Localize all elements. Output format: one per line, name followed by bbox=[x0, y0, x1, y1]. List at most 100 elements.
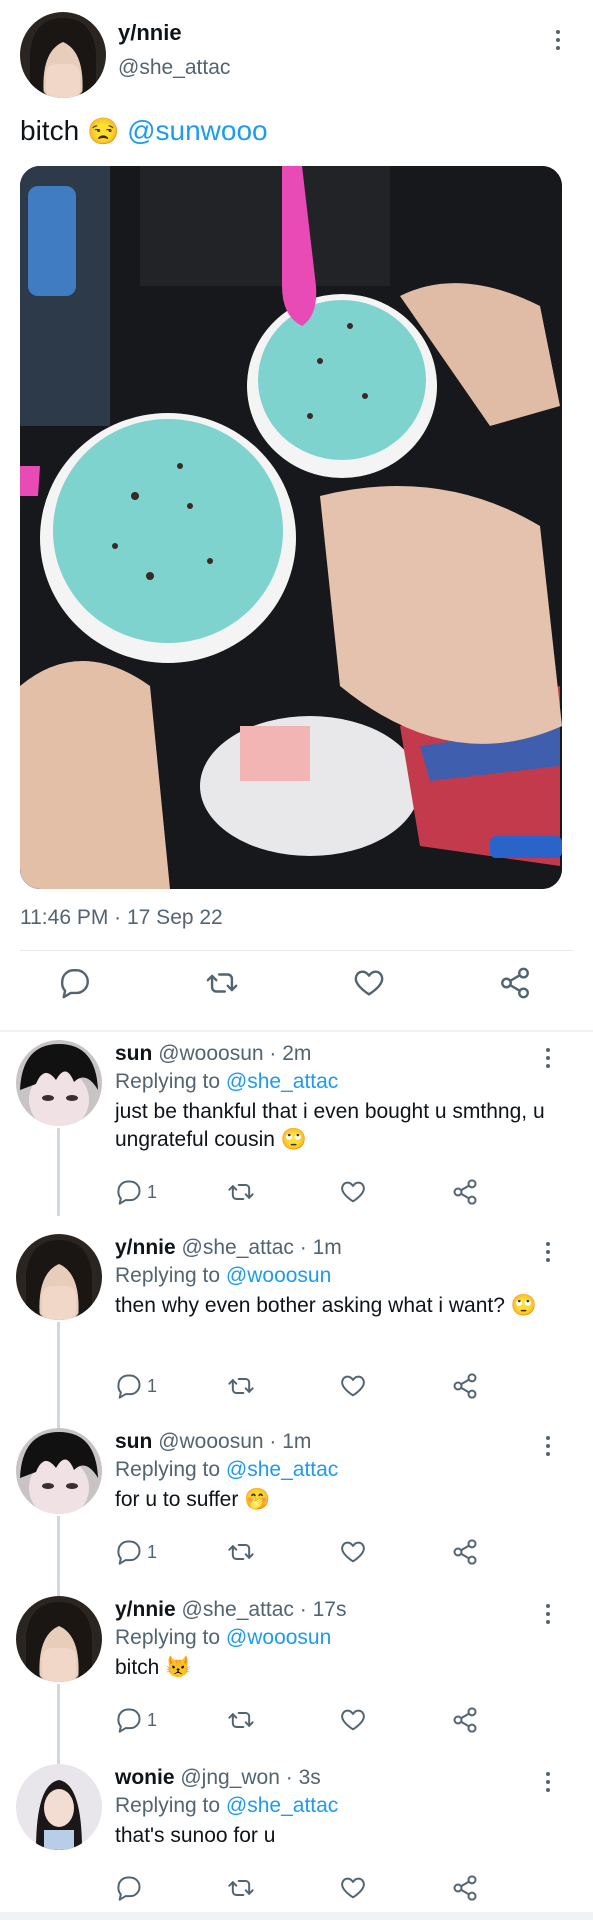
divider bbox=[0, 1030, 593, 1032]
more-icon[interactable] bbox=[545, 1048, 551, 1068]
unamused-emoji: 😒 bbox=[86, 116, 120, 146]
reply-icon[interactable] bbox=[115, 1872, 143, 1904]
like-icon[interactable] bbox=[339, 1872, 367, 1904]
more-icon[interactable] bbox=[545, 1436, 551, 1456]
reply-icon[interactable]: 1 bbox=[115, 1704, 157, 1736]
replying-mention[interactable]: @she_attac bbox=[226, 1070, 338, 1093]
replying-label: Replying to bbox=[115, 1794, 221, 1817]
like-icon[interactable] bbox=[339, 1370, 367, 1402]
reply-age: · 2m bbox=[269, 1042, 312, 1065]
reply-text: for u to suffer 🤭 bbox=[115, 1488, 271, 1511]
reply-header: y/nnie @she_attac · 1m bbox=[115, 1236, 342, 1260]
reply-icon[interactable] bbox=[58, 966, 98, 1006]
more-icon[interactable] bbox=[545, 1604, 551, 1624]
reply-avatar[interactable] bbox=[16, 1596, 102, 1682]
reply-header: sun @wooosun · 1m bbox=[115, 1430, 311, 1454]
share-icon[interactable] bbox=[451, 1370, 479, 1402]
reply-count: 1 bbox=[147, 1541, 158, 1562]
main-handle[interactable]: @she_attac bbox=[118, 56, 230, 80]
reply-display-name[interactable]: sun bbox=[115, 1042, 152, 1065]
reply-age: · 3s bbox=[285, 1766, 321, 1789]
reply-avatar[interactable] bbox=[16, 1764, 102, 1850]
retweet-icon[interactable] bbox=[227, 1536, 255, 1568]
replying-label: Replying to bbox=[115, 1264, 221, 1287]
reply-count: 1 bbox=[147, 1375, 158, 1396]
reply-age: · 1m bbox=[299, 1236, 342, 1259]
share-icon[interactable] bbox=[451, 1536, 479, 1568]
reply-age: · 1m bbox=[269, 1430, 312, 1453]
reply-action-bar: 1 bbox=[115, 1704, 555, 1740]
share-icon[interactable] bbox=[451, 1704, 479, 1736]
reply-handle[interactable]: @wooosun bbox=[158, 1042, 263, 1065]
replying-to: Replying to @she_attac bbox=[115, 1458, 338, 1482]
reply-handle[interactable]: @wooosun bbox=[158, 1430, 263, 1453]
reply-avatar[interactable] bbox=[16, 1040, 102, 1126]
replying-to: Replying to @she_attac bbox=[115, 1070, 338, 1094]
reply-handle[interactable]: @she_attac bbox=[182, 1236, 294, 1259]
retweet-icon[interactable] bbox=[227, 1370, 255, 1402]
retweet-icon[interactable] bbox=[205, 966, 245, 1006]
reply-action-bar: 1 bbox=[115, 1536, 555, 1572]
main-action-bar bbox=[0, 966, 593, 1016]
reply-display-name[interactable]: sun bbox=[115, 1430, 152, 1453]
replying-mention[interactable]: @she_attac bbox=[226, 1458, 338, 1481]
reply-icon[interactable]: 1 bbox=[115, 1370, 157, 1402]
share-icon[interactable] bbox=[451, 1176, 479, 1208]
reply-icon[interactable]: 1 bbox=[115, 1536, 157, 1568]
main-display-name[interactable]: y/nnie bbox=[118, 20, 182, 46]
reply-action-bar bbox=[115, 1872, 555, 1908]
retweet-icon[interactable] bbox=[227, 1176, 255, 1208]
reply-tweet: y/nnie @she_attac · 1m Replying to @wooo… bbox=[0, 1234, 593, 1424]
mention-link[interactable]: @sunwooo bbox=[127, 115, 268, 146]
replying-to: Replying to @wooosun bbox=[115, 1626, 331, 1650]
replying-to: Replying to @wooosun bbox=[115, 1264, 331, 1288]
like-icon[interactable] bbox=[339, 1176, 367, 1208]
reply-icon[interactable]: 1 bbox=[115, 1176, 157, 1208]
replying-mention[interactable]: @wooosun bbox=[226, 1264, 331, 1287]
reply-header: sun @wooosun · 2m bbox=[115, 1042, 311, 1066]
reply-tweet: y/nnie @she_attac · 17s Replying to @woo… bbox=[0, 1596, 593, 1761]
more-icon[interactable] bbox=[545, 1242, 551, 1262]
reply-handle[interactable]: @jng_won bbox=[180, 1766, 280, 1789]
ice-cream-photo[interactable] bbox=[20, 166, 562, 889]
reply-action-bar: 1 bbox=[115, 1176, 555, 1212]
main-tweet: y/nnie @she_attac bitch 😒 @sunwooo 11:46… bbox=[0, 0, 593, 1030]
replying-label: Replying to bbox=[115, 1458, 221, 1481]
share-icon[interactable] bbox=[451, 1872, 479, 1904]
like-icon[interactable] bbox=[339, 1704, 367, 1736]
share-icon[interactable] bbox=[498, 966, 538, 1006]
reply-avatar[interactable] bbox=[16, 1234, 102, 1320]
reply-handle[interactable]: @she_attac bbox=[182, 1598, 294, 1621]
divider bbox=[20, 950, 573, 951]
more-icon[interactable] bbox=[545, 1772, 551, 1792]
main-tweet-text: bitch 😒 @sunwooo bbox=[20, 114, 268, 148]
reply-count: 1 bbox=[147, 1181, 158, 1202]
replying-label: Replying to bbox=[115, 1626, 221, 1649]
retweet-icon[interactable] bbox=[227, 1704, 255, 1736]
bottom-divider bbox=[0, 1912, 593, 1920]
replying-mention[interactable]: @she_attac bbox=[226, 1794, 338, 1817]
reply-display-name[interactable]: y/nnie bbox=[115, 1598, 176, 1621]
replying-mention[interactable]: @wooosun bbox=[226, 1626, 331, 1649]
main-avatar[interactable] bbox=[20, 12, 106, 98]
reply-display-name[interactable]: y/nnie bbox=[115, 1236, 176, 1259]
reply-action-bar: 1 bbox=[115, 1370, 555, 1406]
replying-label: Replying to bbox=[115, 1070, 221, 1093]
reply-header: y/nnie @she_attac · 17s bbox=[115, 1598, 346, 1622]
reply-avatar[interactable] bbox=[16, 1428, 102, 1514]
reply-text: just be thankful that i even bought u sm… bbox=[115, 1100, 545, 1151]
retweet-icon[interactable] bbox=[227, 1872, 255, 1904]
reply-age: · 17s bbox=[299, 1598, 347, 1621]
reply-tweet: sun @wooosun · 1m Replying to @she_attac… bbox=[0, 1428, 593, 1593]
reply-tweet: sun @wooosun · 2m Replying to @she_attac… bbox=[0, 1040, 593, 1230]
more-icon[interactable] bbox=[555, 30, 561, 50]
reply-tweet: wonie @jng_won · 3s Replying to @she_att… bbox=[0, 1764, 593, 1912]
replying-to: Replying to @she_attac bbox=[115, 1794, 338, 1818]
reply-text: then why even bother asking what i want?… bbox=[115, 1294, 537, 1317]
like-icon[interactable] bbox=[339, 1536, 367, 1568]
tweet-timestamp[interactable]: 11:46 PM · 17 Sep 22 bbox=[20, 906, 223, 930]
like-icon[interactable] bbox=[352, 966, 392, 1006]
reply-text: bitch 😾 bbox=[115, 1656, 192, 1679]
tweet-text: bitch bbox=[20, 115, 80, 146]
reply-display-name[interactable]: wonie bbox=[115, 1766, 175, 1789]
